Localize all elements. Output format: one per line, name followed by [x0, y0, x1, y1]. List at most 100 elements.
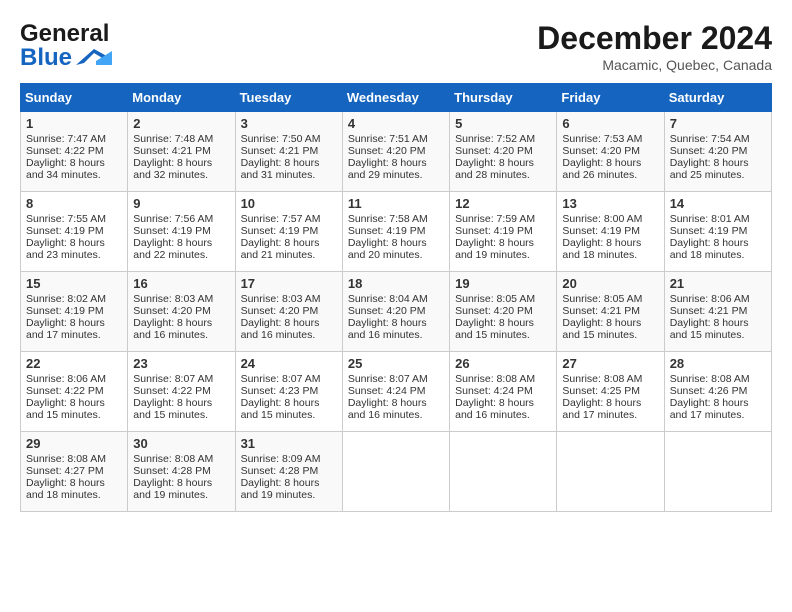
- calendar-cell: 17Sunrise: 8:03 AMSunset: 4:20 PMDayligh…: [235, 272, 342, 352]
- daylight-label: Daylight: 8 hours and 19 minutes.: [133, 477, 212, 501]
- daylight-label: Daylight: 8 hours and 15 minutes.: [26, 397, 105, 421]
- day-number: 25: [348, 356, 444, 371]
- sunrise-label: Sunrise: 8:08 AM: [670, 373, 750, 385]
- col-header-saturday: Saturday: [664, 84, 771, 112]
- sunrise-label: Sunrise: 8:03 AM: [241, 293, 321, 305]
- sunset-label: Sunset: 4:21 PM: [241, 145, 319, 157]
- day-number: 12: [455, 196, 551, 211]
- calendar-cell: 25Sunrise: 8:07 AMSunset: 4:24 PMDayligh…: [342, 352, 449, 432]
- sunrise-label: Sunrise: 8:08 AM: [455, 373, 535, 385]
- calendar-week-2: 8Sunrise: 7:55 AMSunset: 4:19 PMDaylight…: [21, 192, 772, 272]
- sunset-label: Sunset: 4:19 PM: [455, 225, 533, 237]
- title-block: December 2024 Macamic, Quebec, Canada: [537, 20, 772, 73]
- calendar-cell: 12Sunrise: 7:59 AMSunset: 4:19 PMDayligh…: [450, 192, 557, 272]
- calendar-cell: 26 Sunrise: 8:08 AMSunset: 4:24 PMDayligh…: [450, 352, 557, 432]
- day-number: 29: [26, 436, 122, 451]
- calendar-cell: [664, 432, 771, 512]
- calendar-cell: 15Sunrise: 8:02 AMSunset: 4:19 PMDayligh…: [21, 272, 128, 352]
- sunrise-label: Sunrise: 7:51 AM: [348, 133, 428, 145]
- daylight-label: Daylight: 8 hours and 22 minutes.: [133, 237, 212, 261]
- sunset-label: Sunset: 4:20 PM: [455, 305, 533, 317]
- logo-general: General: [20, 20, 109, 47]
- sunrise-label: Sunrise: 8:08 AM: [133, 453, 213, 465]
- calendar-week-1: 1Sunrise: 7:47 AMSunset: 4:22 PMDaylight…: [21, 112, 772, 192]
- sunset-label: Sunset: 4:19 PM: [241, 225, 319, 237]
- sunset-label: Sunset: 4:22 PM: [133, 385, 211, 397]
- day-number: 19: [455, 276, 551, 291]
- sunrise-label: Sunrise: 7:48 AM: [133, 133, 213, 145]
- col-header-wednesday: Wednesday: [342, 84, 449, 112]
- logo-icon: [76, 47, 112, 69]
- page-header: General Blue December 2024 Macamic, Queb…: [20, 20, 772, 73]
- sunrise-label: Sunrise: 8:06 AM: [26, 373, 106, 385]
- calendar-header-row: SundayMondayTuesdayWednesdayThursdayFrid…: [21, 84, 772, 112]
- daylight-label: Daylight: 8 hours and 25 minutes.: [670, 157, 749, 181]
- daylight-label: Daylight: 8 hours and 15 minutes.: [562, 317, 641, 341]
- sunset-label: Sunset: 4:22 PM: [26, 385, 104, 397]
- day-number: 10: [241, 196, 337, 211]
- daylight-label: Daylight: 8 hours and 17 minutes.: [26, 317, 105, 341]
- day-number: 26: [455, 356, 551, 371]
- col-header-tuesday: Tuesday: [235, 84, 342, 112]
- day-number: 20: [562, 276, 658, 291]
- calendar-cell: 7Sunrise: 7:54 AMSunset: 4:20 PMDaylight…: [664, 112, 771, 192]
- calendar-cell: [450, 432, 557, 512]
- sunset-label: Sunset: 4:24 PM: [455, 385, 533, 397]
- sunset-label: Sunset: 4:27 PM: [26, 465, 104, 477]
- day-number: 31: [241, 436, 337, 451]
- day-number: 9: [133, 196, 229, 211]
- col-header-thursday: Thursday: [450, 84, 557, 112]
- sunrise-label: Sunrise: 8:06 AM: [670, 293, 750, 305]
- sunrise-label: Sunrise: 7:58 AM: [348, 213, 428, 225]
- daylight-label: Daylight: 8 hours and 17 minutes.: [562, 397, 641, 421]
- calendar-week-5: 29Sunrise: 8:08 AMSunset: 4:27 PMDayligh…: [21, 432, 772, 512]
- daylight-label: Daylight: 8 hours and 16 minutes.: [455, 397, 534, 421]
- sunrise-label: Sunrise: 7:50 AM: [241, 133, 321, 145]
- calendar-cell: 5Sunrise: 7:52 AMSunset: 4:20 PMDaylight…: [450, 112, 557, 192]
- calendar-cell: 27Sunrise: 8:08 AMSunset: 4:25 PMDayligh…: [557, 352, 664, 432]
- calendar-cell: 21Sunrise: 8:06 AMSunset: 4:21 PMDayligh…: [664, 272, 771, 352]
- calendar-cell: 9Sunrise: 7:56 AMSunset: 4:19 PMDaylight…: [128, 192, 235, 272]
- day-number: 6: [562, 116, 658, 131]
- sunset-label: Sunset: 4:20 PM: [133, 305, 211, 317]
- daylight-label: Daylight: 8 hours and 15 minutes.: [670, 317, 749, 341]
- sunrise-label: Sunrise: 8:08 AM: [562, 373, 642, 385]
- sunrise-label: Sunrise: 7:55 AM: [26, 213, 106, 225]
- day-number: 30: [133, 436, 229, 451]
- calendar-cell: 23Sunrise: 8:07 AMSunset: 4:22 PMDayligh…: [128, 352, 235, 432]
- sunset-label: Sunset: 4:20 PM: [562, 145, 640, 157]
- sunrise-label: Sunrise: 8:04 AM: [348, 293, 428, 305]
- sunrise-label: Sunrise: 8:08 AM: [26, 453, 106, 465]
- day-number: 22: [26, 356, 122, 371]
- daylight-label: Daylight: 8 hours and 31 minutes.: [241, 157, 320, 181]
- daylight-label: Daylight: 8 hours and 18 minutes.: [562, 237, 641, 261]
- sunset-label: Sunset: 4:28 PM: [133, 465, 211, 477]
- day-number: 8: [26, 196, 122, 211]
- daylight-label: Daylight: 8 hours and 28 minutes.: [455, 157, 534, 181]
- day-number: 11: [348, 196, 444, 211]
- daylight-label: Daylight: 8 hours and 15 minutes.: [455, 317, 534, 341]
- daylight-label: Daylight: 8 hours and 32 minutes.: [133, 157, 212, 181]
- sunset-label: Sunset: 4:28 PM: [241, 465, 319, 477]
- calendar-cell: 24Sunrise: 8:07 AMSunset: 4:23 PMDayligh…: [235, 352, 342, 432]
- calendar-cell: 11Sunrise: 7:58 AMSunset: 4:19 PMDayligh…: [342, 192, 449, 272]
- calendar-cell: 6Sunrise: 7:53 AMSunset: 4:20 PMDaylight…: [557, 112, 664, 192]
- calendar-cell: 28Sunrise: 8:08 AMSunset: 4:26 PMDayligh…: [664, 352, 771, 432]
- daylight-label: Daylight: 8 hours and 20 minutes.: [348, 237, 427, 261]
- day-number: 24: [241, 356, 337, 371]
- sunrise-label: Sunrise: 8:02 AM: [26, 293, 106, 305]
- sunrise-label: Sunrise: 7:53 AM: [562, 133, 642, 145]
- sunset-label: Sunset: 4:21 PM: [670, 305, 748, 317]
- day-number: 18: [348, 276, 444, 291]
- calendar-cell: [342, 432, 449, 512]
- calendar-cell: [557, 432, 664, 512]
- location: Macamic, Quebec, Canada: [537, 57, 772, 73]
- calendar-cell: 22 Sunrise: 8:06 AMSunset: 4:22 PMDayligh…: [21, 352, 128, 432]
- calendar-body: 1Sunrise: 7:47 AMSunset: 4:22 PMDaylight…: [21, 112, 772, 512]
- daylight-label: Daylight: 8 hours and 18 minutes.: [670, 237, 749, 261]
- day-number: 5: [455, 116, 551, 131]
- sunset-label: Sunset: 4:19 PM: [26, 225, 104, 237]
- daylight-label: Daylight: 8 hours and 15 minutes.: [241, 397, 320, 421]
- day-number: 13: [562, 196, 658, 211]
- calendar-cell: 3Sunrise: 7:50 AMSunset: 4:21 PMDaylight…: [235, 112, 342, 192]
